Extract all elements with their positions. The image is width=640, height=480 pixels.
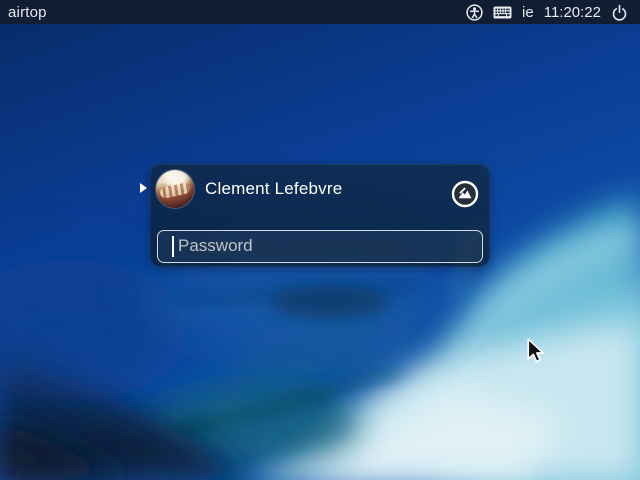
keyboard-icon[interactable]	[493, 6, 512, 19]
clock: 11:20:22	[544, 4, 601, 21]
arrow-pointer-icon	[527, 338, 545, 363]
hostname-label: airtop	[8, 4, 47, 21]
login-screen: airtop	[0, 0, 640, 480]
indicator-tray: ie 11:20:22	[466, 4, 628, 21]
right-arrow-icon	[140, 183, 147, 193]
avatar	[156, 170, 194, 208]
password-field-wrap	[157, 230, 483, 263]
universal-access-icon[interactable]	[466, 4, 483, 21]
text-caret	[172, 236, 174, 257]
login-box: Clement Lefebvre	[150, 164, 490, 267]
session-badge-icon[interactable]	[451, 180, 479, 208]
top-panel: airtop	[0, 0, 640, 24]
username-label: Clement Lefebvre	[205, 179, 342, 199]
password-input[interactable]	[157, 230, 483, 263]
power-icon[interactable]	[611, 4, 628, 21]
keyboard-layout-indicator[interactable]: ie	[522, 4, 534, 21]
user-entry[interactable]: Clement Lefebvre	[150, 164, 490, 220]
